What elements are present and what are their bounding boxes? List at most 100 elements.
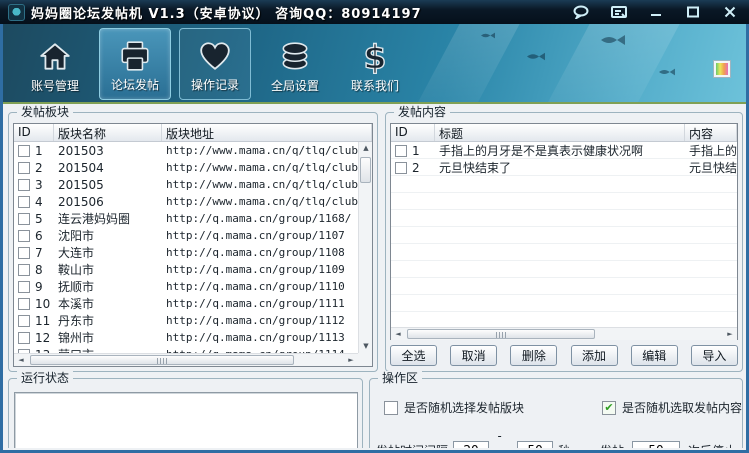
row-checkbox[interactable] [18, 280, 30, 293]
toolbar-item-operation-log[interactable]: 操作记录 [179, 28, 251, 100]
random-content-checkbox[interactable]: ✔ [602, 400, 617, 415]
stop-count-input[interactable] [631, 440, 680, 448]
table-row[interactable]: 8 鞍山市 http://q.mama.cn/group/1109 [14, 261, 358, 278]
row-checkbox[interactable] [18, 246, 30, 259]
window-controls [571, 4, 741, 20]
scroll-right-icon[interactable]: ► [344, 354, 358, 367]
table-row[interactable]: 13营口市http://q.mama.cn/group/1114 [14, 346, 358, 353]
scroll-right-icon[interactable]: ► [723, 328, 737, 341]
table-cell-id: 7 [14, 244, 54, 261]
feedback-icon[interactable] [608, 4, 630, 20]
edit-button[interactable]: 编辑 [630, 345, 678, 366]
column-header-post-content[interactable]: 内容 [685, 124, 737, 141]
row-checkbox[interactable] [18, 229, 30, 242]
table-cell-url: http://q.mama.cn/group/1113 [166, 330, 345, 344]
table-row[interactable]: 2 元旦快结束了 元旦快结束了 [391, 159, 737, 176]
table-row[interactable]: 1 手指上的月牙是不是真表示健康状况啊 手指上的月牙是不是真表示健康状况啊 [391, 142, 737, 159]
table-row[interactable]: 5 连云港妈妈圈 http://q.mama.cn/group/1168/ [14, 210, 358, 227]
row-checkbox[interactable] [18, 297, 30, 310]
interval-to-input[interactable] [517, 440, 554, 448]
main-content: 发帖板块 ID 版块名称 版块地址 1 201503 http://www.mama… [3, 104, 746, 448]
table-cell-name: 丹东市 [58, 313, 95, 328]
content-action-buttons: 全选 取消 删除 添加 编辑 导入 [390, 345, 738, 366]
minimize-icon[interactable] [645, 4, 667, 20]
row-checkbox[interactable] [395, 161, 407, 174]
table-cell-name: 抚顺市 [58, 279, 95, 294]
horizontal-scrollbar[interactable]: ◄ ► [391, 327, 737, 340]
table-cell-url: http://q.mama.cn/group/1114 [162, 346, 358, 354]
interval-arrow-label: --> [496, 429, 504, 448]
scrollbar-thumb[interactable] [407, 329, 595, 339]
column-header-board-url[interactable]: 版块地址 [162, 124, 372, 141]
table-cell-url: http://q.mama.cn/group/1110 [166, 279, 345, 293]
stop-prefix-label: 发帖 [600, 442, 624, 449]
import-button[interactable]: 导入 [690, 345, 738, 366]
scroll-left-icon[interactable]: ◄ [391, 328, 405, 341]
table-row[interactable]: 4 201506 http://www.mama.cn/q/tlq/club201 [14, 193, 358, 210]
random-board-checkbox[interactable]: ✔ [384, 400, 398, 415]
cancel-button[interactable]: 取消 [450, 345, 498, 366]
table-cell-id: 6 [14, 227, 54, 244]
window-title: 妈妈圈论坛发帖机 V1.3（安卓协议） 咨询QQ：80914197 [31, 6, 422, 22]
interval-from-input[interactable] [453, 440, 490, 448]
content-table-header: ID 标题 内容 [391, 124, 737, 142]
scroll-left-icon[interactable]: ◄ [14, 354, 28, 367]
table-cell-url: http://q.mama.cn/group/1108 [166, 245, 345, 259]
table-row[interactable]: 1 201503 http://www.mama.cn/q/tlq/club201 [14, 142, 358, 159]
toolbar-item-global-settings[interactable]: 全局设置 [259, 28, 331, 100]
table-row[interactable]: 10 本溪市 http://q.mama.cn/group/1111 [14, 295, 358, 312]
table-row[interactable]: 3 201505 http://www.mama.cn/q/tlq/club201 [14, 176, 358, 193]
color-palette-icon[interactable] [713, 60, 731, 78]
row-checkbox[interactable] [18, 212, 30, 225]
table-row[interactable]: 11 丹东市 http://q.mama.cn/group/1112 [14, 312, 358, 329]
row-checkbox[interactable] [18, 161, 30, 174]
scroll-down-icon[interactable]: ▼ [359, 340, 373, 353]
chat-icon[interactable] [571, 4, 593, 20]
select-all-button[interactable]: 全选 [390, 345, 437, 366]
table-cell-url: http://q.mama.cn/group/1111 [166, 296, 345, 310]
row-checkbox[interactable] [18, 263, 30, 276]
fish-decoration [659, 68, 675, 76]
vertical-scrollbar[interactable]: ▲ ▼ [358, 142, 372, 353]
horizontal-scrollbar[interactable]: ◄ ► [14, 353, 358, 366]
row-checkbox[interactable] [18, 195, 30, 208]
scroll-up-icon[interactable]: ▲ [359, 142, 373, 155]
add-button[interactable]: 添加 [570, 345, 618, 366]
scrollbar-thumb[interactable] [30, 355, 294, 365]
table-row[interactable]: 2 201504 http://www.mama.cn/q/tlq/club201 [14, 159, 358, 176]
interval-suffix-label: 秒 [558, 442, 570, 449]
content-table: ID 标题 内容 1 手指上的月牙是不是真表示健康状况啊 手指上的月牙是不是真表示健… [390, 123, 738, 340]
table-cell-id: 1 [14, 142, 54, 159]
table-cell-id: 3 [14, 176, 54, 193]
table-cell-content: 手指上的月牙是不是真表示健康状况啊 [689, 143, 737, 158]
title-bar: 妈妈圈论坛发帖机 V1.3（安卓协议） 咨询QQ：80914197 [0, 0, 749, 24]
maximize-icon[interactable] [682, 4, 704, 20]
row-checkbox[interactable] [395, 144, 407, 157]
toolbar-item-contact-us[interactable]: $ 联系我们 [339, 28, 411, 100]
table-cell-content: 元旦快结束了 [689, 160, 737, 175]
run-status-log[interactable] [14, 392, 358, 448]
row-checkbox[interactable] [18, 144, 30, 157]
column-header-board-name[interactable]: 版块名称 [54, 124, 162, 141]
table-row[interactable]: 7 大连市 http://q.mama.cn/group/1108 [14, 244, 358, 261]
close-icon[interactable] [719, 4, 741, 20]
column-header-id[interactable]: ID [391, 124, 435, 141]
scrollbar-thumb[interactable] [360, 157, 371, 183]
table-row[interactable]: 6 沈阳市 http://q.mama.cn/group/1107 [14, 227, 358, 244]
table-cell-id: 10 [14, 295, 54, 312]
column-header-id[interactable]: ID [14, 124, 54, 141]
row-checkbox[interactable] [18, 178, 30, 191]
row-checkbox[interactable] [18, 331, 30, 344]
printer-icon [118, 36, 152, 76]
toolbar-item-account-management[interactable]: 账号管理 [19, 28, 91, 100]
home-icon [38, 37, 72, 77]
row-checkbox[interactable] [18, 314, 30, 327]
table-row[interactable]: 9 抚顺市 http://q.mama.cn/group/1110 [14, 278, 358, 295]
column-header-post-title[interactable]: 标题 [435, 124, 685, 141]
table-cell-url: http://q.mama.cn/group/1109 [166, 262, 345, 276]
table-cell-id: 8 [14, 261, 54, 278]
table-row[interactable]: 12 锦州市 http://q.mama.cn/group/1113 [14, 329, 358, 346]
delete-button[interactable]: 删除 [510, 345, 558, 366]
toolbar-item-forum-posting[interactable]: 论坛发帖 [99, 28, 171, 100]
interval-prefix-label: 发帖时间间隔 [376, 442, 448, 449]
